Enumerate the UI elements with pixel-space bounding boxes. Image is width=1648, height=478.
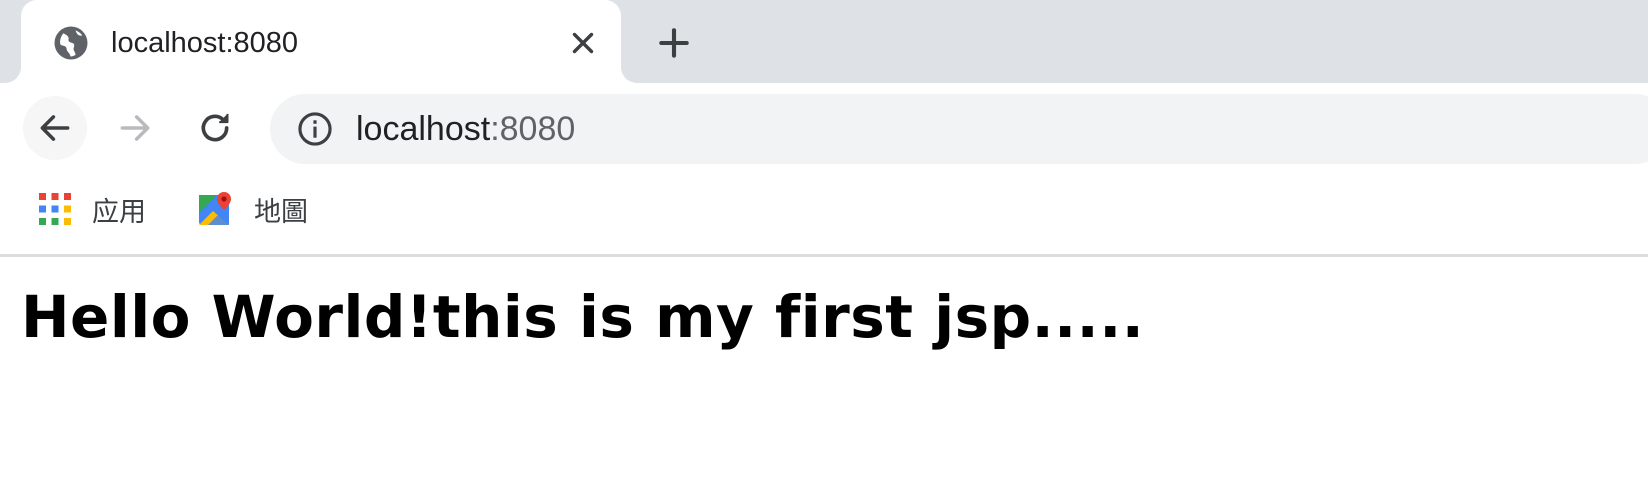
plus-icon[interactable]: [655, 24, 693, 62]
page-heading: Hello World!this is my first jsp.....: [21, 283, 1145, 351]
apps-grid-icon: [39, 193, 71, 225]
maps-icon: [199, 192, 231, 225]
close-icon[interactable]: [566, 26, 600, 60]
url-text: localhost:8080: [356, 110, 575, 148]
address-bar[interactable]: localhost:8080: [270, 94, 1648, 164]
bookmarks-bar: 应用 地圖: [0, 173, 1648, 257]
bookmark-label: 应用: [92, 196, 146, 228]
forward-button[interactable]: [103, 96, 167, 160]
tab-title: localhost:8080: [111, 27, 299, 59]
tab-curve-right: [621, 67, 637, 83]
page-viewport: Hello World!this is my first jsp.....: [0, 257, 1648, 478]
tab-localhost[interactable]: localhost:8080: [5, 0, 637, 83]
globe-icon: [54, 26, 88, 60]
bookmark-label: 地圖: [254, 196, 308, 228]
url-host: localhost: [356, 110, 491, 148]
reload-button[interactable]: [183, 96, 247, 160]
navigation-toolbar: localhost:8080: [0, 83, 1648, 173]
url-port: :8080: [490, 110, 576, 148]
info-icon[interactable]: [296, 110, 334, 148]
browser-window: localhost:8080 localhost:8080 应用 地圖 Hell…: [0, 0, 1648, 478]
arrow-left-icon: [40, 115, 70, 141]
back-button[interactable]: [23, 96, 87, 160]
tab-strip: localhost:8080: [0, 0, 1648, 83]
reload-icon: [201, 113, 229, 142]
tab-curve-left: [5, 67, 21, 83]
bookmark-maps[interactable]: 地圖: [198, 189, 308, 229]
bookmark-apps[interactable]: 应用: [38, 189, 146, 229]
arrow-right-icon: [120, 115, 150, 141]
